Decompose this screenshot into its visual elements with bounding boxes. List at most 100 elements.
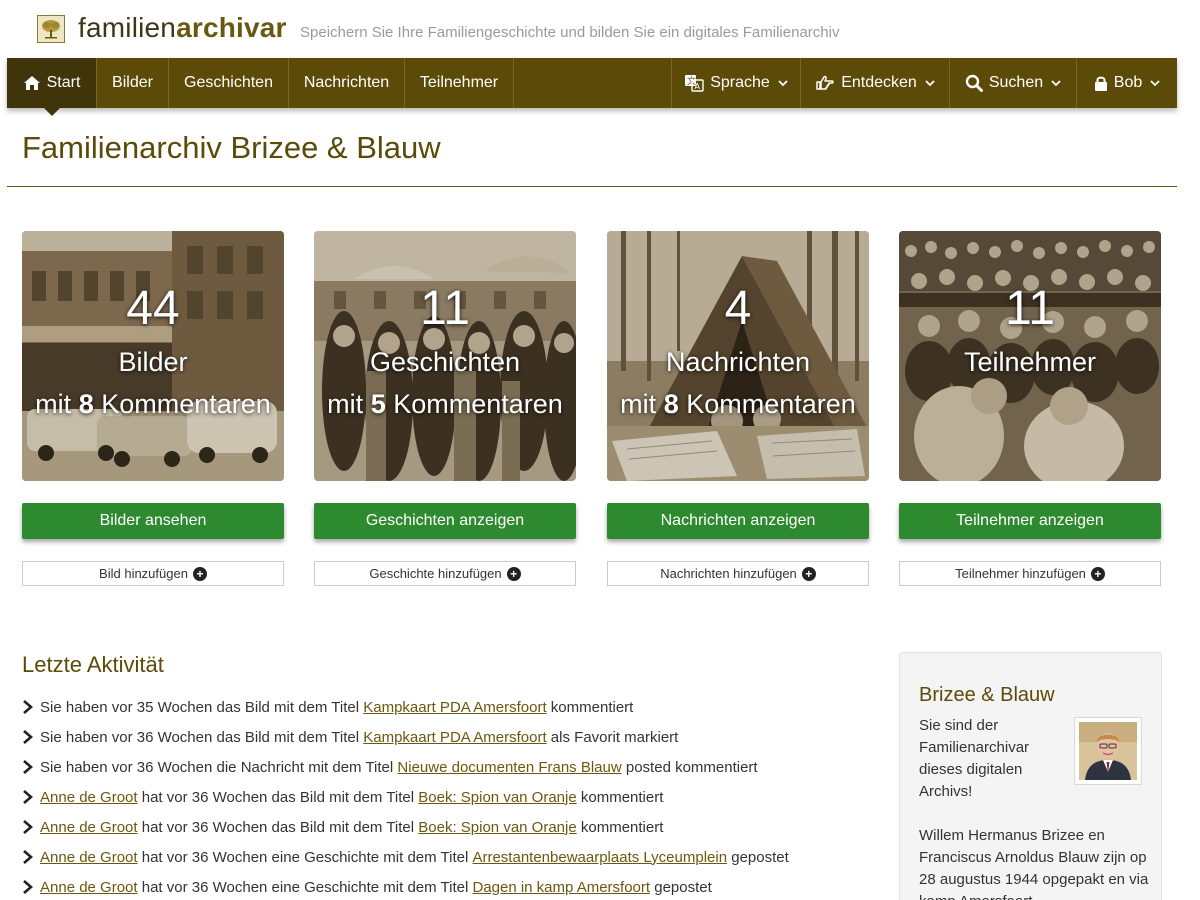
add-geschichte-label: Geschichte hinzufügen <box>369 566 502 581</box>
stat-comments: mit 8 Kommentaren <box>607 387 869 421</box>
chevron-down-icon <box>778 74 788 92</box>
nav-bilder[interactable]: Bilder <box>97 58 168 108</box>
chevron-down-icon <box>1150 74 1160 92</box>
activity-text: hat vor 36 Wochen das Bild mit dem Titel <box>137 818 419 836</box>
activity-link[interactable]: Kampkaart PDA Amersfoort <box>363 699 546 716</box>
activity-link[interactable]: Boek: Spion van Oranje <box>418 819 576 836</box>
activity-link[interactable]: Nieuwe documenten Frans Blauw <box>397 759 621 776</box>
view-teilnehmer-button[interactable]: Teilnehmer anzeigen <box>899 503 1161 539</box>
logo-bold-text: archivar <box>176 12 287 43</box>
chevron-right-icon <box>23 730 33 744</box>
stat-label: Teilnehmer <box>963 347 1097 377</box>
stat-card-nachrichten[interactable]: 4 Nachrichten mit 8 Kommentaren <box>607 231 869 481</box>
activity-text: Sie haben vor 36 Wochen das Bild mit dem… <box>40 728 364 746</box>
stat-count: 11 <box>1005 282 1055 335</box>
nav-sprache-label: Sprache <box>710 74 770 91</box>
hand-pointer-icon <box>816 75 834 90</box>
stat-comments-prefix: mit <box>620 389 657 419</box>
activity-item: Anne de Groot hat vor 36 Wochen das Bild… <box>22 812 882 842</box>
activity-actor-link[interactable]: Anne de Groot <box>40 879 138 896</box>
page-title: Familienarchiv Brizee & Blauw <box>22 130 441 165</box>
nav-user-bob[interactable]: Bob <box>1077 58 1177 108</box>
stat-card-bilder[interactable]: 44 Bilder mit 8 Kommentaren <box>22 231 284 481</box>
sidebar-archivist-text: Sie sind der Familienarchivar dieses dig… <box>919 717 1030 800</box>
nav-entdecken[interactable]: Entdecken <box>801 58 949 108</box>
activity-item: Anne de Groot hat vor 36 Wochen das Bild… <box>22 782 882 812</box>
search-icon <box>965 74 983 92</box>
logo-tree-icon[interactable] <box>37 15 65 43</box>
activity-link[interactable]: Kampkaart PDA Amersfoort <box>363 729 546 746</box>
stat-label: Nachrichten <box>665 347 811 377</box>
activity-link[interactable]: Dagen in kamp Amersfoort <box>472 879 650 896</box>
nav-nachrichten[interactable]: Nachrichten <box>289 58 404 108</box>
chevron-right-icon <box>23 700 33 714</box>
nav-start[interactable]: Start <box>7 58 96 116</box>
add-teilnehmer-button[interactable]: Teilnehmer hinzufügen + <box>899 561 1161 586</box>
archive-info-panel: Brizee & Blauw Sie sind der Familienarch… <box>899 652 1162 900</box>
activity-text: gepostet <box>650 878 712 896</box>
stat-comments: mit 8 Kommentaren <box>22 387 284 421</box>
view-geschichten-button[interactable]: Geschichten anzeigen <box>314 503 576 539</box>
site-logo[interactable]: familienarchivar <box>78 12 287 44</box>
add-geschichte-button[interactable]: Geschichte hinzufügen + <box>314 561 576 586</box>
activity-item: Sie haben vor 36 Wochen die Nachricht mi… <box>22 752 882 782</box>
view-bilder-button[interactable]: Bilder ansehen <box>22 503 284 539</box>
add-bild-button[interactable]: Bild hinzufügen + <box>22 561 284 586</box>
chevron-down-icon <box>1051 74 1061 92</box>
activity-text: Sie haben vor 36 Wochen die Nachricht mi… <box>40 758 398 776</box>
plus-circle-icon: + <box>1090 566 1105 581</box>
stat-comments-suffix: Kommentaren <box>101 389 271 419</box>
nav-suchen[interactable]: Suchen <box>950 58 1076 108</box>
nav-bilder-label: Bilder <box>112 74 153 91</box>
title-divider <box>7 186 1177 187</box>
nav-entdecken-label: Entdecken <box>841 74 917 91</box>
nav-divider <box>513 58 514 108</box>
stat-comments-prefix: mit <box>327 389 364 419</box>
chevron-right-icon <box>23 850 33 864</box>
stat-count: 4 <box>724 282 752 335</box>
avatar[interactable] <box>1074 717 1142 785</box>
nav-teilnehmer[interactable]: Teilnehmer <box>405 58 513 108</box>
main-navbar: Start Bilder Geschichten Nachrichten Tei… <box>7 58 1177 116</box>
nav-user-label: Bob <box>1113 74 1143 91</box>
plus-circle-icon: + <box>801 566 816 581</box>
activity-link[interactable]: Boek: Spion van Oranje <box>418 789 576 806</box>
activity-item: Sie haben vor 36 Wochen das Bild mit dem… <box>22 722 882 752</box>
activity-text: hat vor 36 Wochen eine Geschichte mit de… <box>137 848 473 866</box>
add-teilnehmer-label: Teilnehmer hinzufügen <box>955 566 1086 581</box>
activity-link[interactable]: Arrestantenbewaarplaats Lyceumplein <box>472 849 727 866</box>
plus-circle-icon: + <box>192 566 207 581</box>
activity-text: hat vor 36 Wochen das Bild mit dem Titel <box>137 788 419 806</box>
nav-suchen-label: Suchen <box>988 74 1044 91</box>
stat-count: 44 <box>126 282 180 335</box>
nav-geschichten[interactable]: Geschichten <box>169 58 288 108</box>
translate-icon: 文 A <box>685 75 704 92</box>
view-nachrichten-button[interactable]: Nachrichten anzeigen <box>607 503 869 539</box>
activity-actor-link[interactable]: Anne de Groot <box>40 819 138 836</box>
nav-geschichten-label: Geschichten <box>184 74 273 91</box>
stat-card-geschichten[interactable]: 11 Geschichten mit 5 Kommentaren <box>314 231 576 481</box>
nav-sprache[interactable]: 文 A Sprache <box>672 58 800 108</box>
nav-nachrichten-label: Nachrichten <box>303 74 390 91</box>
site-tagline: Speichern Sie Ihre Familiengeschichte un… <box>300 24 840 41</box>
chevron-right-icon <box>23 880 33 894</box>
stat-comments: mit 5 Kommentaren <box>314 387 576 421</box>
stat-comments-count: 8 <box>663 389 679 419</box>
activity-item: Anne de Groot hat vor 36 Wochen eine Ges… <box>22 842 882 872</box>
add-nachricht-button[interactable]: Nachrichten hinzufügen + <box>607 561 869 586</box>
stat-count: 11 <box>420 282 470 335</box>
stat-label: Geschichten <box>369 347 521 377</box>
stat-card-teilnehmer[interactable]: 11 Teilnehmer <box>899 231 1161 481</box>
logo-light-text: familien <box>78 12 177 43</box>
stat-comments-count: 8 <box>78 389 94 419</box>
activity-actor-link[interactable]: Anne de Groot <box>40 849 138 866</box>
chevron-right-icon <box>23 790 33 804</box>
stat-comments-count: 5 <box>370 389 386 419</box>
activity-actor-link[interactable]: Anne de Groot <box>40 789 138 806</box>
activity-text: kommentiert <box>576 788 664 806</box>
svg-text:A: A <box>695 82 701 91</box>
chevron-right-icon <box>23 760 33 774</box>
nav-teilnehmer-label: Teilnehmer <box>419 74 499 91</box>
home-icon <box>23 76 40 90</box>
chevron-right-icon <box>23 820 33 834</box>
